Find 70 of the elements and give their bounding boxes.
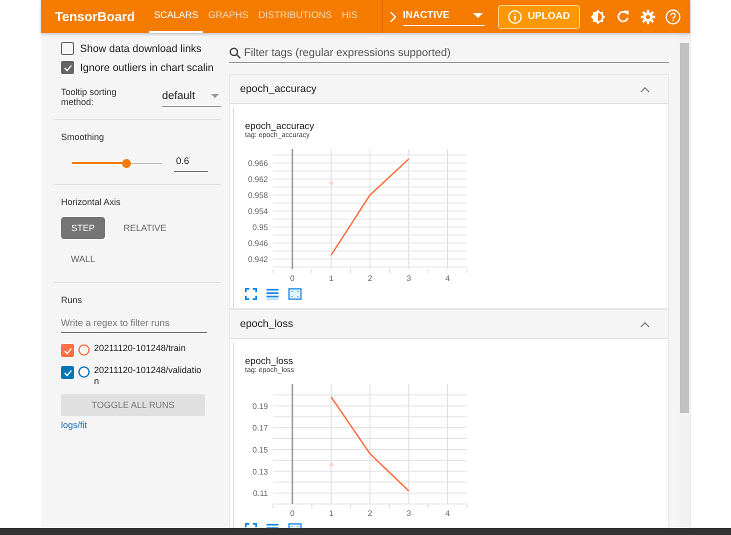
tag-group-header[interactable]: epoch_loss bbox=[230, 310, 668, 339]
tag-group-title: epoch_accuracy bbox=[240, 83, 316, 95]
refresh-icon[interactable] bbox=[615, 8, 631, 24]
theme-toggle-icon[interactable] bbox=[590, 8, 606, 24]
checkbox-label: Show data download links bbox=[80, 42, 202, 54]
y-tick-label: 0.19 bbox=[252, 402, 269, 411]
x-tick-label: 4 bbox=[445, 274, 450, 283]
chevron-up-icon[interactable] bbox=[640, 320, 650, 328]
y-tick-label: 0.11 bbox=[253, 489, 269, 498]
y-tick-label: 0.962 bbox=[248, 175, 269, 184]
run-name: 20211120-101248/train bbox=[94, 343, 187, 354]
tag-filter-field[interactable]: Filter tags (regular expressions supported) bbox=[244, 47, 669, 59]
tooltip-sorting-label: Tooltip sorting method: bbox=[61, 87, 118, 107]
y-tick-label: 0.13 bbox=[252, 467, 269, 476]
axis-option-button[interactable]: RELATIVE bbox=[120, 217, 164, 239]
x-tick-label: 3 bbox=[406, 274, 412, 283]
axis-option-button[interactable]: STEP bbox=[61, 217, 105, 239]
dropdown-arrow-icon bbox=[211, 94, 219, 98]
data-point bbox=[329, 462, 334, 467]
checkbox[interactable] bbox=[61, 61, 74, 74]
x-tick-label: 0 bbox=[290, 274, 296, 283]
dropdown-arrow-icon bbox=[472, 12, 483, 18]
list-icon[interactable] bbox=[266, 288, 279, 300]
run-checkbox[interactable] bbox=[61, 344, 74, 357]
y-tick-label: 0.942 bbox=[248, 255, 269, 264]
fullscreen-icon[interactable] bbox=[245, 288, 257, 300]
tag-group-header[interactable]: epoch_accuracy bbox=[230, 75, 668, 104]
run-name: 20211120-101248/validation bbox=[94, 365, 202, 387]
y-tick-label: 0.946 bbox=[248, 239, 269, 248]
y-tick-label: 0.95 bbox=[252, 223, 269, 232]
x-tick-label: 1 bbox=[328, 509, 334, 518]
x-tick-label: 4 bbox=[445, 509, 450, 518]
run-color-ring-icon[interactable] bbox=[78, 366, 90, 378]
log-directory-label: logs/fit bbox=[61, 420, 88, 430]
y-tick-label: 0.954 bbox=[248, 207, 269, 216]
x-tick-label: 2 bbox=[368, 274, 373, 283]
toggle-all-runs-button[interactable]: TOGGLE ALL RUNS bbox=[61, 394, 205, 416]
sorting-dropdown[interactable]: default bbox=[162, 88, 221, 106]
y-tick-label: 0.17 bbox=[252, 424, 269, 433]
info-icon bbox=[508, 10, 522, 24]
app-title: TensorBoard bbox=[54, 8, 136, 26]
y-tick-label: 0.958 bbox=[248, 191, 269, 200]
run-filter-field[interactable]: Write a regex to filter runs bbox=[61, 310, 207, 333]
y-tick-label: 0.966 bbox=[248, 159, 269, 168]
x-tick-label: 0 bbox=[290, 509, 296, 518]
fit-domain-icon[interactable] bbox=[288, 288, 302, 300]
chart-title: epoch_accuracy bbox=[245, 121, 316, 132]
checkbox[interactable] bbox=[61, 42, 74, 55]
tag-group-title: epoch_loss bbox=[240, 318, 294, 330]
chart-title: epoch_loss bbox=[245, 356, 294, 367]
runs-label: Runs bbox=[61, 295, 84, 305]
scrollbar[interactable] bbox=[679, 33, 690, 528]
search-icon bbox=[229, 47, 241, 59]
nav-tab[interactable]: SCALARS bbox=[148, 0, 204, 33]
reload-status-dropdown[interactable]: INACTIVE bbox=[402, 8, 485, 26]
y-tick-label: 0.15 bbox=[252, 445, 269, 454]
settings-icon[interactable] bbox=[640, 8, 656, 24]
help-icon[interactable] bbox=[665, 8, 681, 24]
x-tick-label: 1 bbox=[328, 274, 334, 283]
checkbox-label: Ignore outliers in chart scalin bbox=[80, 62, 214, 74]
chevron-right-icon[interactable] bbox=[388, 10, 397, 22]
x-tick-label: 3 bbox=[406, 509, 412, 518]
smoothing-value-field[interactable]: 0.6 bbox=[174, 154, 208, 172]
run-color-ring-icon[interactable] bbox=[78, 344, 90, 356]
chevron-up-icon[interactable] bbox=[640, 86, 650, 92]
run-checkbox[interactable] bbox=[61, 366, 74, 379]
horizontal-axis-label: Horizontal Axis bbox=[61, 197, 122, 207]
axis-option-button[interactable]: WALL bbox=[61, 248, 105, 270]
x-tick-label: 2 bbox=[368, 509, 373, 518]
smoothing-label: Smoothing bbox=[61, 132, 106, 142]
